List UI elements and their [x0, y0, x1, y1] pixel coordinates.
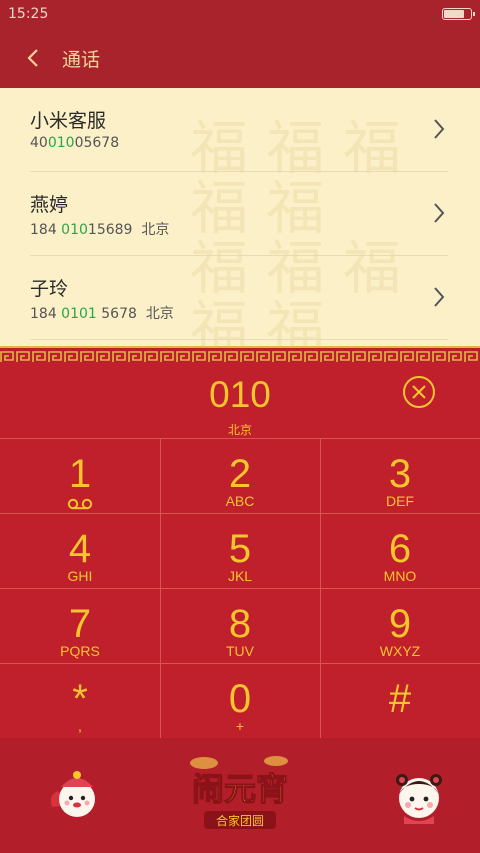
app-header: 通话	[0, 28, 480, 88]
chevron-right-icon[interactable]	[432, 202, 446, 224]
status-time: 15:25	[8, 6, 49, 22]
contact-number: 184 01015689 北京	[30, 222, 170, 238]
key-1[interactable]: 1	[0, 438, 160, 513]
decorative-border	[0, 346, 480, 364]
key-9[interactable]: 9 WXYZ	[320, 588, 480, 663]
key-5[interactable]: 5 JKL	[160, 513, 320, 588]
page-title: 通话	[62, 48, 101, 71]
key-4[interactable]: 4 GHI	[0, 513, 160, 588]
contact-suggestion-list: 福 福 福福 福福 福 福福 福 小米客服 4001005678 燕婷 184 …	[0, 88, 480, 346]
contact-name: 小米客服	[30, 110, 107, 132]
key-0[interactable]: 0 +	[160, 663, 320, 738]
logo-subtext: 合家团圆	[216, 813, 264, 828]
list-item[interactable]: 燕婷 184 01015689 北京	[0, 172, 480, 256]
voicemail-icon	[67, 498, 93, 510]
key-hash[interactable]: #	[320, 663, 480, 738]
contact-number: 4001005678	[30, 135, 120, 151]
clear-icon[interactable]	[402, 375, 436, 409]
festival-logo[interactable]: 闹元宵 合家团圆	[184, 745, 296, 835]
contact-location: 北京	[145, 306, 174, 322]
key-6[interactable]: 6 MNO	[320, 513, 480, 588]
chevron-right-icon[interactable]	[432, 286, 446, 308]
list-item[interactable]: 子玲 184 0101 5678 北京	[0, 256, 480, 340]
status-bar: 15:25	[0, 0, 480, 28]
contact-location: 北京	[141, 222, 170, 238]
number-location: 北京	[227, 423, 252, 437]
key-7[interactable]: 7 PQRS	[0, 588, 160, 663]
key-3[interactable]: 3 DEF	[320, 438, 480, 513]
boy-mascot-icon[interactable]	[46, 765, 104, 823]
key-8[interactable]: 8 TUV	[160, 588, 320, 663]
key-2[interactable]: 2 ABC	[160, 438, 320, 513]
chevron-right-icon[interactable]	[432, 118, 446, 140]
battery-icon	[442, 8, 475, 20]
list-item[interactable]: 小米客服 4001005678	[0, 88, 480, 172]
divider	[30, 339, 448, 340]
key-star[interactable]: *,	[0, 663, 160, 738]
back-button[interactable]	[22, 47, 44, 69]
contact-name: 燕婷	[30, 194, 69, 216]
contact-number: 184 0101 5678 北京	[30, 306, 174, 322]
contact-name: 子玲	[30, 278, 69, 300]
logo-text: 闹元宵	[192, 770, 288, 808]
chevron-left-icon	[27, 49, 38, 67]
girl-mascot-icon[interactable]	[390, 766, 448, 824]
keypad: 1 2 ABC 3 DEF 4 GHI 5 JKL 6 MNO 7 PQRS 8 TUV 9W…	[0, 438, 480, 738]
